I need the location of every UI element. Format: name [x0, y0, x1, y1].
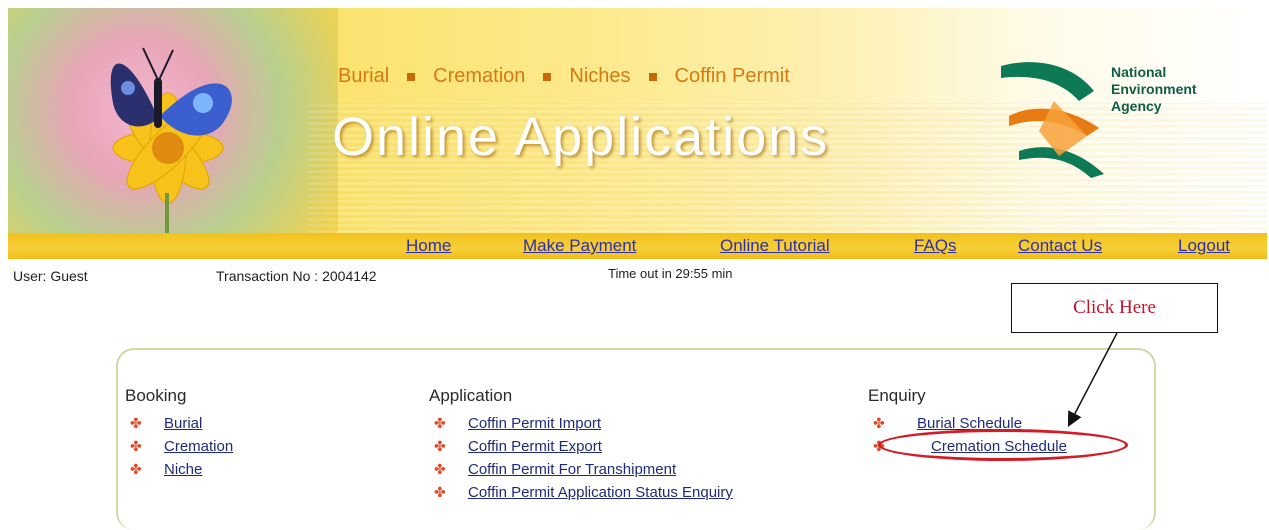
agency-name: National Environment Agency: [1111, 64, 1197, 115]
cross-bullet-icon: ✤: [434, 461, 446, 477]
cross-bullet-icon: ✤: [130, 415, 142, 431]
agency-name-line: National: [1111, 64, 1167, 80]
list-item: ✤ Coffin Permit Application Status Enqui…: [429, 481, 733, 504]
list-item: ✤ Coffin Permit For Transhipment: [429, 458, 733, 481]
banner-item-niches: Niches: [569, 65, 631, 87]
agency-name-line: Agency: [1111, 98, 1162, 114]
nav-make-payment-link[interactable]: Make Payment: [523, 236, 636, 256]
cross-bullet-icon: ✤: [873, 415, 885, 431]
nav-logout-link[interactable]: Logout: [1178, 236, 1230, 256]
application-section: Application ✤ Coffin Permit Import ✤ Cof…: [429, 386, 733, 504]
list-item: ✤ Burial: [125, 412, 233, 435]
cross-bullet-icon: ✤: [434, 484, 446, 500]
coffin-permit-status-enquiry-link[interactable]: Coffin Permit Application Status Enquiry: [468, 484, 733, 501]
session-timeout: Time out in 29:55 min: [608, 266, 733, 281]
banner-item-burial: Burial: [338, 65, 390, 87]
booking-cremation-link[interactable]: Cremation: [164, 438, 233, 455]
nea-logo-icon: [1001, 62, 1104, 178]
cross-bullet-icon: ✤: [434, 415, 446, 431]
section-title: Booking: [125, 386, 187, 405]
banner-service-list: Burial Cremation Niches Coffin Permit: [338, 65, 790, 88]
agency-name-line: Environment: [1111, 81, 1197, 97]
page-title: Online Applications: [332, 107, 830, 167]
coffin-permit-export-link[interactable]: Coffin Permit Export: [468, 438, 602, 455]
nav-home-link[interactable]: Home: [406, 236, 451, 256]
section-title: Application: [429, 386, 513, 405]
butterfly-flower-image: [8, 8, 338, 233]
coffin-permit-import-link[interactable]: Coffin Permit Import: [468, 415, 601, 432]
highlight-ellipse: [878, 429, 1128, 461]
list-item: ✤ Niche: [125, 458, 233, 481]
user-label: User: Guest: [13, 268, 88, 284]
nav-contact-us-link[interactable]: Contact Us: [1018, 236, 1102, 256]
agency-brand: National Environment Agency: [999, 56, 1249, 181]
booking-section: Booking ✤ Burial ✤ Cremation ✤ Niche: [125, 386, 233, 481]
list-item: ✤ Cremation: [125, 435, 233, 458]
click-here-callout: Click Here: [1011, 283, 1218, 333]
header-banner: Burial Cremation Niches Coffin Permit On…: [8, 8, 1267, 233]
list-item: ✤ Coffin Permit Import: [429, 412, 733, 435]
square-separator-icon: [648, 72, 657, 81]
square-separator-icon: [407, 72, 416, 81]
transaction-number: Transaction No : 2004142: [216, 268, 377, 284]
square-separator-icon: [543, 72, 552, 81]
list-item: ✤ Coffin Permit Export: [429, 435, 733, 458]
cross-bullet-icon: ✤: [130, 461, 142, 477]
cross-bullet-icon: ✤: [130, 438, 142, 454]
banner-item-coffin-permit: Coffin Permit: [674, 65, 790, 87]
nav-online-tutorial-link[interactable]: Online Tutorial: [720, 236, 830, 256]
main-nav: Home Make Payment Online Tutorial FAQs C…: [8, 233, 1267, 259]
cross-bullet-icon: ✤: [434, 438, 446, 454]
booking-burial-link[interactable]: Burial: [164, 415, 202, 432]
booking-niche-link[interactable]: Niche: [164, 461, 202, 478]
coffin-permit-transhipment-link[interactable]: Coffin Permit For Transhipment: [468, 461, 676, 478]
section-title: Enquiry: [868, 386, 926, 405]
nav-faqs-link[interactable]: FAQs: [914, 236, 957, 256]
banner-item-cremation: Cremation: [433, 65, 526, 87]
